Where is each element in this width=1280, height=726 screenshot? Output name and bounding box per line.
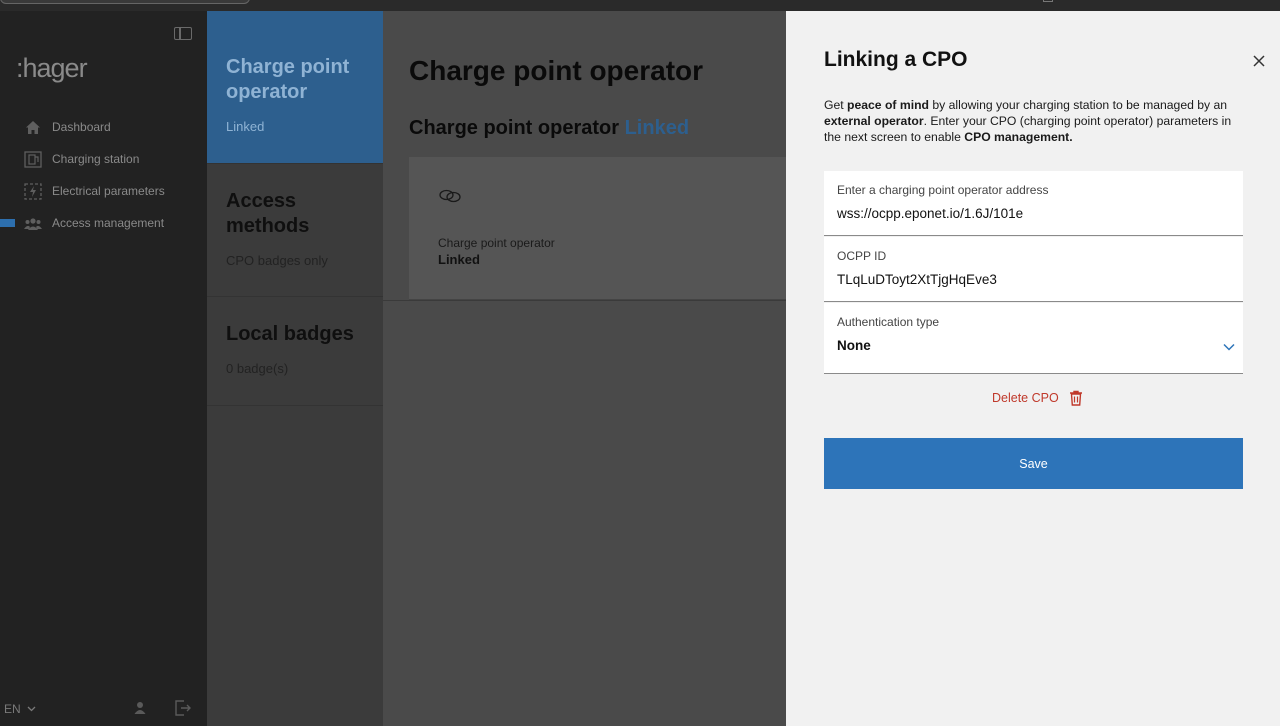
language-select[interactable]: EN	[4, 702, 36, 716]
section-heading-text: Charge point operator	[409, 117, 620, 139]
user-icon[interactable]	[132, 700, 148, 716]
sidebar-collapse-icon[interactable]	[174, 27, 192, 40]
cpo-address-field: Enter a charging point operator address	[824, 171, 1243, 236]
delete-cpo-button[interactable]: Delete CPO	[992, 390, 1083, 406]
cpo-address-input[interactable]	[837, 206, 1217, 221]
sidebar-item-charging-station[interactable]: Charging station	[0, 143, 207, 175]
trash-icon	[1069, 390, 1082, 406]
card-status: CPO badges only	[226, 253, 328, 268]
browser-tab-icon	[1043, 0, 1053, 2]
ocpp-id-input[interactable]	[837, 272, 1217, 287]
card-status: Linked	[226, 119, 265, 134]
close-icon[interactable]	[1252, 54, 1266, 68]
ocpp-id-field: OCPP ID	[824, 237, 1243, 302]
cpo-address-label: Enter a charging point operator address	[837, 183, 1049, 197]
logout-icon[interactable]	[174, 699, 192, 717]
divider	[383, 300, 786, 301]
desc-bold: external operator	[824, 114, 924, 128]
sidebar-nav: Dashboard Charging station Electrical pa…	[0, 111, 207, 239]
ocpp-id-label: OCPP ID	[837, 249, 887, 263]
active-marker	[0, 219, 15, 227]
browser-address-pill[interactable]	[0, 0, 250, 4]
card-charge-point-operator[interactable]: Charge point operator Linked	[207, 11, 383, 164]
language-value: EN	[4, 702, 21, 716]
authentication-type-label: Authentication type	[837, 315, 940, 329]
drawer-description: Get peace of mind by allowing your charg…	[824, 97, 1244, 145]
delete-cpo-label: Delete CPO	[992, 391, 1059, 405]
main-content: Charge point operator Charge point opera…	[383, 11, 786, 726]
card-status: 0 badge(s)	[226, 361, 289, 376]
linking-cpo-drawer: Linking a CPO Get peace of mind by allow…	[786, 11, 1280, 726]
link-icon	[438, 187, 462, 207]
section-heading-status: Linked	[624, 117, 690, 139]
desc-bold: CPO management.	[964, 130, 1073, 144]
card-title: Access methods	[226, 190, 310, 237]
sidebar-item-access-management[interactable]: Access management	[0, 207, 207, 239]
charging-station-icon	[24, 150, 42, 168]
section-heading: Charge point operator Linked	[409, 117, 689, 140]
panel-value: Linked	[438, 252, 480, 267]
desc-bold: peace of mind	[847, 98, 929, 112]
sidebar-item-label: Dashboard	[52, 120, 111, 134]
card-local-badges[interactable]: Local badges 0 badge(s)	[207, 297, 383, 406]
browser-top-strip	[0, 0, 1280, 11]
operator-panel: Charge point operator Linked	[409, 157, 786, 300]
chevron-down-icon	[1223, 343, 1235, 351]
sidebar-item-label: Charging station	[52, 152, 140, 166]
sidebar-item-label: Access management	[52, 216, 165, 230]
sidebar-item-dashboard[interactable]: Dashboard	[0, 111, 207, 143]
card-title: Local badges	[226, 323, 354, 345]
sidebar-item-label: Electrical parameters	[52, 184, 165, 198]
authentication-type-select[interactable]: Authentication type None	[824, 303, 1243, 374]
drawer-title: Linking a CPO	[824, 48, 968, 71]
desc-text: by allowing your charging station to be …	[928, 98, 1228, 112]
page-title: Charge point operator	[409, 55, 704, 86]
panel-label: Charge point operator	[438, 236, 555, 250]
save-button[interactable]: Save	[824, 438, 1243, 489]
users-icon	[24, 214, 42, 232]
home-icon	[24, 118, 42, 136]
desc-text: Get	[824, 98, 848, 112]
card-access-methods[interactable]: Access methods CPO badges only	[207, 164, 383, 297]
sidebar-footer: EN	[0, 692, 207, 726]
authentication-type-value: None	[837, 338, 871, 353]
hager-logo: :hager	[16, 53, 88, 83]
card-title: Charge point operator	[226, 56, 350, 103]
chevron-down-icon	[27, 706, 36, 712]
section-cards: Charge point operator Linked Access meth…	[207, 11, 383, 726]
sidebar-item-electrical-parameters[interactable]: Electrical parameters	[0, 175, 207, 207]
electrical-parameters-icon	[24, 182, 42, 200]
sidebar: :hager Dashboard Charging station Electr…	[0, 11, 207, 726]
